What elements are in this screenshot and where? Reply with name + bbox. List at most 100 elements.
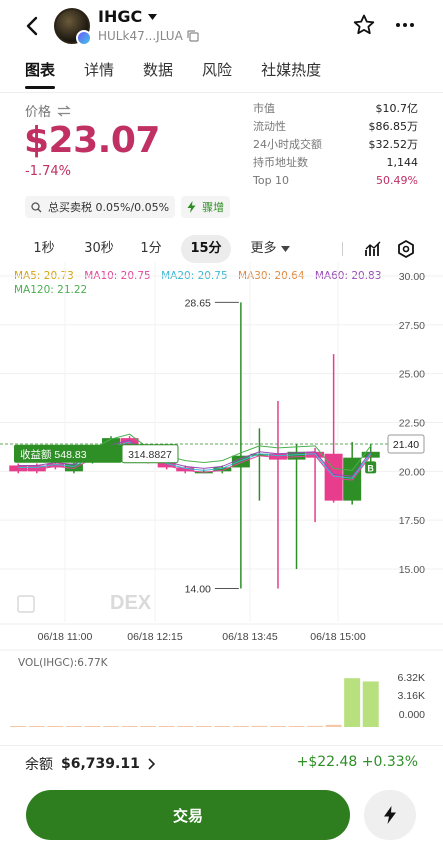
volume-tick-label: 6.32K: [398, 672, 425, 684]
stat-key: Top 10: [253, 174, 290, 187]
interval-15m[interactable]: 15分: [181, 235, 231, 263]
chart-indicator-icon[interactable]: [365, 241, 383, 257]
balance-bar: 余额 $6,739.11 +$22.48 +0.33%: [0, 745, 443, 781]
volume-bar: [251, 725, 268, 727]
interval-more[interactable]: 更多: [243, 235, 297, 263]
token-selector[interactable]: IHGC: [98, 7, 158, 26]
volume-bar: [307, 725, 324, 727]
more-menu-button[interactable]: [393, 13, 417, 37]
balance[interactable]: 余额 $6,739.11: [25, 754, 155, 774]
x-tick-label: 06/18 15:00: [310, 631, 366, 643]
interval-1s[interactable]: 1秒: [26, 235, 62, 263]
token-address[interactable]: HULk47...JLUA: [98, 29, 199, 43]
volume-bar: [214, 726, 231, 727]
back-button[interactable]: [20, 12, 44, 40]
price-chart[interactable]: 30.00 27.50 25.00 22.50 20.00 17.50 15.00 DEX 28…: [0, 262, 443, 662]
y-tick-label: 27.50: [399, 320, 425, 332]
y-tick-label: 22.50: [399, 418, 425, 430]
chain-badge-icon: [76, 30, 92, 46]
volume-bar: [362, 681, 379, 727]
volume-bar: [103, 726, 120, 727]
tax-chip-label: 总买卖税 0.05%/0.05%: [48, 201, 170, 214]
volume-bar: [288, 726, 305, 727]
tab-risk[interactable]: 风险: [202, 55, 232, 93]
volume-bar: [158, 726, 175, 727]
stat-key: 24小时成交额: [253, 138, 322, 151]
volume-bar: [65, 726, 82, 727]
stat-value: $10.7亿: [375, 102, 419, 115]
swap-icon[interactable]: [57, 105, 71, 117]
copy-icon[interactable]: [187, 30, 199, 42]
tab-data[interactable]: 数据: [143, 55, 173, 93]
volume-bar: [269, 726, 286, 727]
pnl-value: +$22.48 +0.33%: [296, 754, 418, 770]
price-label-text: 价格: [25, 105, 52, 120]
search-icon: [31, 201, 42, 212]
watermark-text: DEX: [110, 592, 152, 614]
header: IHGC HULk47...JLUA: [0, 0, 443, 52]
trade-button[interactable]: 交易: [26, 790, 350, 840]
position-value-label: 314.8827: [128, 449, 172, 461]
position-pill-label: 收益额 548.83: [20, 448, 87, 461]
volume-bar: [325, 724, 342, 727]
volume-bar: [28, 726, 45, 727]
tax-chip[interactable]: 总买卖税 0.05%/0.05%: [25, 196, 176, 218]
volume-bar: [140, 726, 157, 727]
interval-30s[interactable]: 30秒: [77, 235, 121, 263]
volume-tick-label: 3.16K: [398, 690, 425, 702]
more-dot-icon: [403, 23, 407, 27]
volume-bar: [195, 726, 212, 727]
price-change: -1.74%: [25, 164, 71, 179]
stat-value: $86.85万: [368, 120, 419, 133]
chevron-left-icon: [26, 16, 38, 36]
more-dot-icon: [410, 23, 414, 27]
tab-bar: 图表 详情 数据 风险 社媒热度: [0, 55, 443, 93]
stat-key: 市值: [253, 102, 275, 115]
y-tick-label: 25.00: [399, 369, 425, 381]
interval-1m[interactable]: 1分: [134, 235, 168, 263]
surge-chip[interactable]: 骤增: [181, 196, 231, 218]
low-label: 14.00: [185, 584, 211, 596]
volume-chart: 6.32K 3.16K 0.000: [10, 672, 425, 727]
token-name: IHGC: [98, 7, 143, 26]
tab-chart[interactable]: 图表: [25, 55, 56, 93]
stat-liquidity: 流动性 $86.85万: [253, 118, 418, 136]
volume-bar: [10, 726, 27, 727]
interval-more-label: 更多: [250, 241, 277, 256]
volume-bar: [121, 726, 138, 727]
y-tick-label: 30.00: [399, 271, 425, 283]
fullscreen-icon: [17, 595, 35, 613]
x-tick-label: 06/18 12:15: [127, 631, 183, 643]
stat-value: $32.52万: [368, 138, 419, 151]
current-price-label: 21.40: [393, 439, 419, 451]
caret-down-icon: [280, 246, 290, 252]
info-chips: 总买卖税 0.05%/0.05% 骤增: [25, 196, 231, 218]
stat-holders: 持币地址数 1,144: [253, 154, 418, 172]
volume-tick-label: 0.000: [399, 709, 425, 721]
stat-key: 持币地址数: [253, 156, 308, 169]
quick-trade-button[interactable]: [364, 790, 416, 840]
tab-details[interactable]: 详情: [84, 55, 114, 93]
settings-hex-icon[interactable]: [397, 240, 415, 258]
balance-label: 余额: [25, 757, 53, 773]
favorite-button[interactable]: [352, 13, 376, 37]
volume-bar: [177, 726, 194, 727]
buy-marker-label: B: [367, 463, 374, 473]
balance-value: $6,739.11: [61, 756, 140, 772]
divider: [342, 242, 343, 256]
chevron-right-icon: [148, 758, 155, 770]
high-label: 28.65: [185, 297, 211, 309]
stat-top10: Top 10 50.49%: [253, 172, 418, 190]
more-dot-icon: [396, 23, 400, 27]
tab-social[interactable]: 社媒热度: [261, 55, 321, 93]
token-stats: 市值 $10.7亿 流动性 $86.85万 24小时成交额 $32.52万 持币地址数…: [253, 100, 418, 190]
interval-selector: 1秒 30秒 1分 15分 更多: [0, 235, 443, 265]
volume-bar: [232, 726, 249, 727]
stat-value: 1,144: [386, 156, 419, 169]
surge-chip-label: 骤增: [202, 201, 225, 214]
price-label: 价格: [25, 101, 71, 120]
y-tick-label: 17.50: [399, 515, 425, 527]
candle-body: [306, 451, 325, 458]
volume-bar: [84, 726, 101, 727]
stat-key: 流动性: [253, 120, 286, 133]
